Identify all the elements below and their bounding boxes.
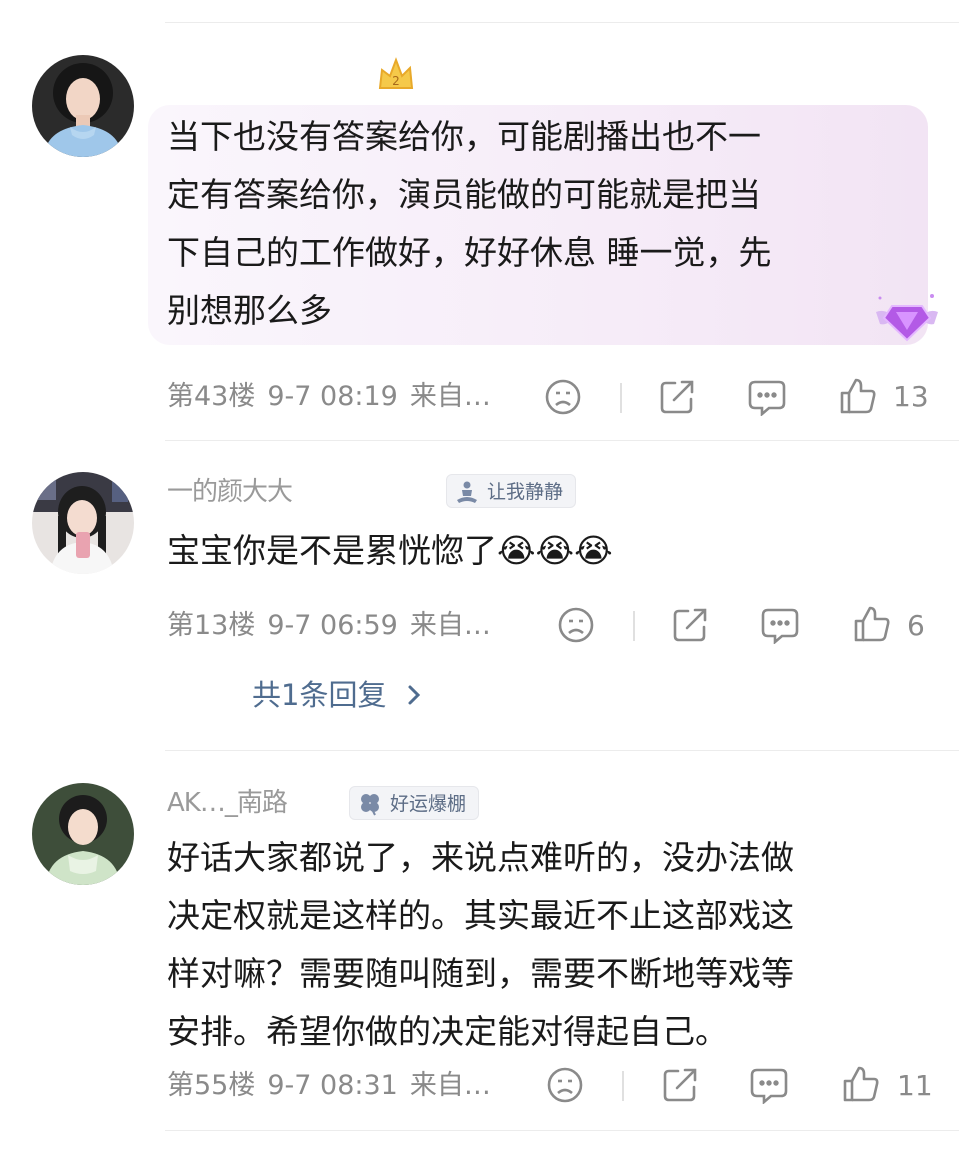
sad-face-icon[interactable] bbox=[544, 378, 582, 420]
comment-item: AK…_南路 好运爆棚 好话大家都说了，来说点难听的，没办法做 决定权就是这样的… bbox=[0, 750, 959, 1130]
username[interactable]: AK…_南路 bbox=[167, 788, 342, 818]
floor-number: 第13楼 bbox=[167, 610, 256, 641]
comment-icon[interactable] bbox=[747, 378, 787, 420]
floor-number: 第43楼 bbox=[167, 381, 256, 412]
badge-label: 好运爆棚 bbox=[390, 793, 467, 815]
thumb-up-icon[interactable] bbox=[838, 376, 878, 420]
avatar[interactable] bbox=[32, 472, 134, 574]
divider bbox=[165, 1130, 959, 1131]
diamond-wings-icon bbox=[872, 290, 942, 350]
comment-item: 一的颜大大 让我静静 宝宝你是不是累恍惚了😭😭😭 第13楼 9-7 06:59 来自… bbox=[0, 440, 959, 750]
comment-meta: 第13楼 9-7 06:59 来自… bbox=[167, 606, 491, 646]
timestamp: 9-7 08:31 bbox=[267, 1070, 398, 1101]
user-badge: 好运爆棚 bbox=[349, 786, 480, 820]
comment-icon[interactable] bbox=[749, 1066, 789, 1108]
replies-count: 共1条回复 bbox=[252, 678, 387, 712]
chevron-right-icon bbox=[406, 677, 422, 717]
floor-number: 第55楼 bbox=[167, 1070, 256, 1101]
source[interactable]: 来自… bbox=[410, 610, 491, 641]
like-count: 11 bbox=[897, 1069, 933, 1102]
avatar[interactable] bbox=[32, 55, 134, 157]
source[interactable]: 来自… bbox=[410, 1070, 491, 1101]
divider bbox=[622, 1071, 624, 1101]
badge-label: 让我静静 bbox=[487, 481, 564, 503]
divider bbox=[633, 611, 635, 641]
like-count: 13 bbox=[893, 380, 929, 413]
user-badge: 让我静静 bbox=[446, 474, 577, 508]
meditation-icon bbox=[455, 480, 479, 515]
comment-icon[interactable] bbox=[760, 606, 800, 648]
avatar[interactable] bbox=[32, 783, 134, 885]
share-icon[interactable] bbox=[658, 378, 696, 420]
comment-item: 2 当下也没有答案给你，可能剧播出也不一 定有答案给你，演员能做的可能就是把当 … bbox=[0, 0, 959, 440]
source[interactable]: 来自… bbox=[410, 381, 491, 412]
sad-face-icon[interactable] bbox=[546, 1066, 584, 1108]
comment-text[interactable]: 宝宝你是不是累恍惚了😭😭😭 bbox=[167, 522, 613, 580]
thumb-up-icon[interactable] bbox=[841, 1064, 881, 1108]
comment-meta: 第55楼 9-7 08:31 来自… bbox=[167, 1066, 491, 1106]
divider bbox=[620, 383, 622, 413]
username[interactable] bbox=[167, 62, 377, 92]
vip-crown-icon: 2 bbox=[376, 52, 416, 94]
svg-text:2: 2 bbox=[392, 74, 400, 88]
sad-face-icon[interactable] bbox=[557, 606, 595, 648]
comment-text[interactable]: 好话大家都说了，来说点难听的，没办法做 决定权就是这样的。其实最近不止这部戏这 … bbox=[167, 829, 794, 1061]
username[interactable]: 一的颜大大 bbox=[167, 477, 437, 507]
timestamp: 9-7 06:59 bbox=[267, 610, 398, 641]
thumb-up-icon[interactable] bbox=[852, 604, 892, 648]
share-icon[interactable] bbox=[661, 1066, 699, 1108]
clover-icon bbox=[358, 792, 382, 827]
timestamp: 9-7 08:19 bbox=[267, 381, 398, 412]
share-icon[interactable] bbox=[671, 606, 709, 648]
comment-meta: 第43楼 9-7 08:19 来自… bbox=[167, 377, 491, 417]
view-replies-link[interactable]: 共1条回复 bbox=[252, 675, 422, 717]
comment-text[interactable]: 当下也没有答案给你，可能剧播出也不一 定有答案给你，演员能做的可能就是把当 下自… bbox=[167, 108, 772, 340]
like-count: 6 bbox=[907, 609, 925, 642]
